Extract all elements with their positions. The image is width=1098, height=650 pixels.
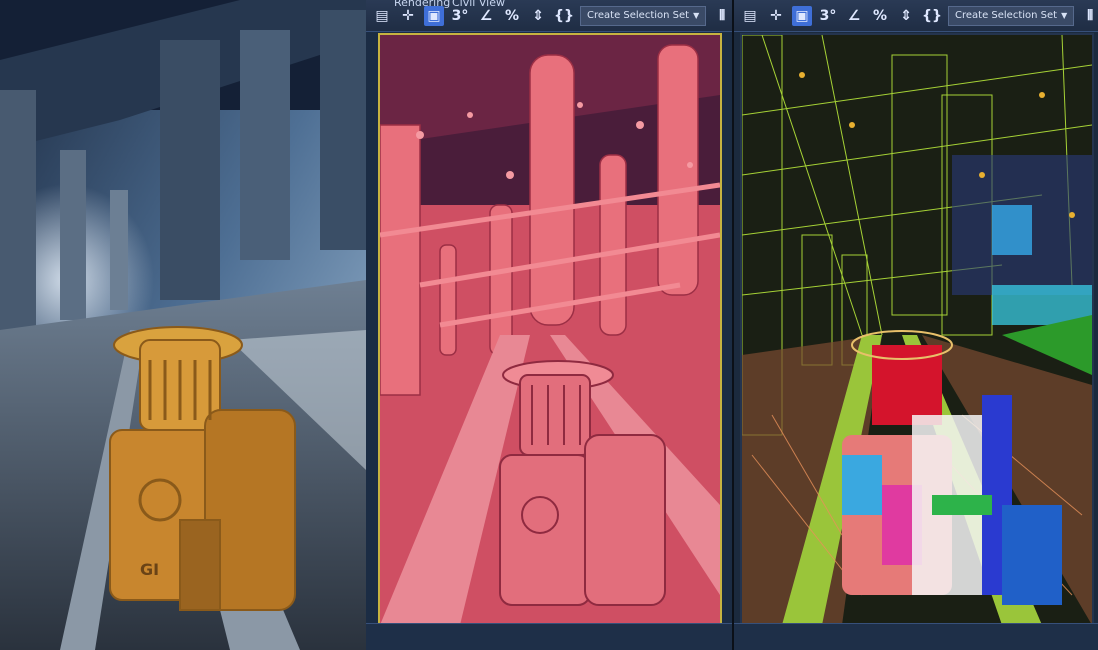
- status-strip: [366, 623, 732, 650]
- select-icon[interactable]: ▤: [372, 6, 392, 26]
- active-select-icon[interactable]: ▣: [792, 5, 812, 26]
- chevron-down-icon: ▼: [1061, 11, 1068, 20]
- shaded-viewport-panel: Rendering Civil View ▤ ✛ ▣ 3° ∠ % ⇕ {} C…: [366, 0, 732, 650]
- menu-rendering[interactable]: Rendering: [394, 0, 450, 9]
- wireframe-viewport-panel: ▤ ✛ ▣ 3° ∠ % ⇕ {} Create Selection Set ▼ …: [734, 0, 1098, 650]
- render-image: GI: [0, 0, 366, 650]
- wireframe-viewport[interactable]: [740, 33, 1094, 627]
- named-selection-icon[interactable]: {}: [554, 6, 574, 26]
- menu-civil-view[interactable]: Civil View: [452, 0, 505, 9]
- create-selection-set-dropdown[interactable]: Create Selection Set ▼: [948, 5, 1075, 26]
- percent-snap-icon[interactable]: %: [870, 6, 890, 26]
- spinner-snap-icon[interactable]: ⇕: [528, 6, 548, 26]
- angle-snap-icon[interactable]: ∠: [844, 6, 864, 26]
- snap-3d-icon[interactable]: 3°: [818, 6, 838, 26]
- mirror-icon[interactable]: ⫴: [1080, 6, 1098, 26]
- named-selection-icon[interactable]: {}: [922, 6, 942, 26]
- main-toolbar: Rendering Civil View ▤ ✛ ▣ 3° ∠ % ⇕ {} C…: [366, 0, 732, 32]
- shaded-scene: [380, 35, 720, 625]
- status-strip: [734, 623, 1098, 650]
- wireframe-scene: [742, 35, 1092, 625]
- create-selection-set-label: Create Selection Set: [587, 10, 690, 21]
- mirror-icon[interactable]: ⫴: [712, 6, 732, 26]
- shaded-viewport[interactable]: [378, 33, 722, 627]
- create-selection-set-label: Create Selection Set: [955, 10, 1058, 21]
- create-selection-set-dropdown[interactable]: Create Selection Set ▼: [580, 5, 707, 26]
- move-icon[interactable]: ✛: [766, 6, 786, 26]
- select-icon[interactable]: ▤: [740, 6, 760, 26]
- percent-snap-icon[interactable]: %: [502, 6, 522, 26]
- main-toolbar-right: ▤ ✛ ▣ 3° ∠ % ⇕ {} Create Selection Set ▼ …: [734, 0, 1098, 32]
- chevron-down-icon: ▼: [693, 11, 700, 20]
- spinner-snap-icon[interactable]: ⇕: [896, 6, 916, 26]
- final-render-panel: GI: [0, 0, 366, 650]
- svg-text:GI: GI: [140, 560, 159, 579]
